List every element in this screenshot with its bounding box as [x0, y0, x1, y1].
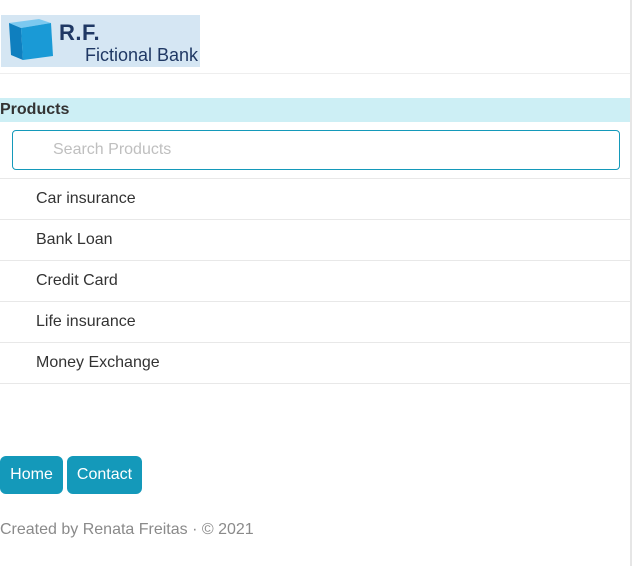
search-products-input[interactable]: [12, 130, 620, 170]
products-list: Car insurance Bank Loan Credit Card Life…: [0, 178, 630, 384]
products-title: Products: [0, 101, 70, 118]
product-item-bank-loan[interactable]: Bank Loan: [0, 220, 630, 261]
products-section-bar: [0, 98, 630, 122]
product-item-label: Bank Loan: [36, 231, 113, 248]
product-item-credit-card[interactable]: Credit Card: [0, 261, 630, 302]
product-item-money-exchange[interactable]: Money Exchange: [0, 343, 630, 384]
contact-button[interactable]: Contact: [67, 456, 142, 494]
home-button[interactable]: Home: [0, 456, 63, 494]
header-divider: [0, 73, 630, 74]
product-item-label: Money Exchange: [36, 354, 160, 371]
product-item-car-insurance[interactable]: Car insurance: [0, 179, 630, 220]
product-item-label: Car insurance: [36, 190, 136, 207]
bank-logo: R.F. Fictional Bank: [1, 15, 200, 67]
product-item-label: Life insurance: [36, 313, 136, 330]
product-item-life-insurance[interactable]: Life insurance: [0, 302, 630, 343]
logo-initials: R.F.: [59, 20, 101, 45]
logo-bank-name: Fictional Bank: [85, 45, 199, 65]
footer-credit: Created by Renata Freitas · © 2021: [0, 521, 254, 538]
product-item-label: Credit Card: [36, 272, 118, 289]
